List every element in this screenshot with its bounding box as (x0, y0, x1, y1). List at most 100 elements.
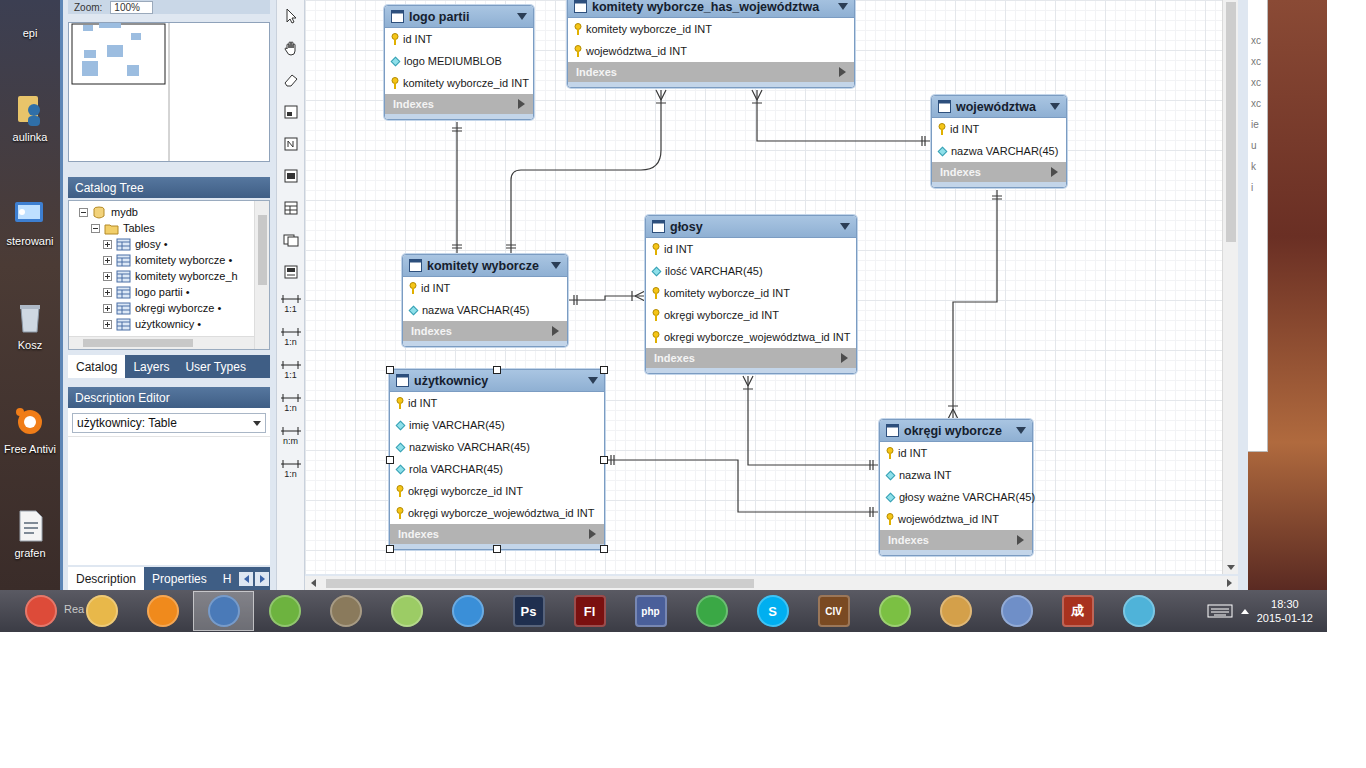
description-text[interactable] (68, 436, 270, 565)
selection-handle[interactable] (493, 366, 501, 374)
column-row[interactable]: id INT (403, 277, 567, 299)
expand-toggle-icon[interactable] (91, 224, 100, 233)
column-row[interactable]: id INT (932, 118, 1066, 140)
tab[interactable]: User Types (177, 355, 253, 378)
column-row[interactable]: logo MEDIUMBLOB (385, 50, 533, 72)
selection-handle[interactable] (386, 456, 394, 464)
column-row[interactable]: nazwa VARCHAR(45) (403, 299, 567, 321)
tool-button[interactable] (279, 0, 303, 32)
indexes-bar[interactable]: Indexes (646, 348, 856, 368)
taskbar-app[interactable] (681, 591, 742, 631)
desktop-icon[interactable]: Free Antivi (0, 354, 60, 458)
collapse-caret-icon[interactable] (840, 223, 850, 230)
indexes-bar[interactable]: Indexes (403, 321, 567, 341)
tab[interactable]: Properties (144, 567, 215, 590)
tree-item[interactable]: logo partii • (69, 284, 254, 300)
table-header[interactable]: logo partii (385, 6, 533, 28)
tab[interactable]: Layers (125, 355, 177, 378)
tool-button[interactable] (279, 96, 303, 128)
column-row[interactable]: województwa_id INT (880, 508, 1032, 530)
relationship-tool[interactable]: n:m (278, 420, 304, 453)
column-row[interactable]: imię VARCHAR(45) (390, 414, 604, 436)
tree-item[interactable]: głosy • (69, 236, 254, 252)
desktop-icon[interactable]: Kosz (0, 250, 60, 354)
down-arrow-icon[interactable] (1227, 565, 1235, 570)
taskbar-app[interactable]: php (620, 591, 681, 631)
object-select[interactable]: użytkownicy: Table (72, 413, 266, 433)
selection-handle[interactable] (600, 456, 608, 464)
column-row[interactable]: rola VARCHAR(45) (390, 458, 604, 480)
selection-handle[interactable] (386, 366, 394, 374)
taskbar-app[interactable] (132, 591, 193, 631)
indexes-bar[interactable]: Indexes (390, 524, 604, 544)
taskbar-app[interactable] (925, 591, 986, 631)
relationship-tool[interactable]: 1:1 (278, 354, 304, 387)
relationship-tool[interactable]: 1:n (278, 321, 304, 354)
tree-scrollbar[interactable] (254, 201, 269, 349)
right-arrow-icon[interactable] (1227, 579, 1232, 587)
taskbar-app[interactable] (254, 591, 315, 631)
desktop-icon[interactable]: epi (0, 0, 60, 42)
tab[interactable]: Description (68, 567, 144, 590)
taskbar-app[interactable] (986, 591, 1047, 631)
taskbar-app[interactable] (193, 591, 254, 631)
column-row[interactable]: komitety wyborcze_id INT (646, 282, 856, 304)
tool-button[interactable] (279, 32, 303, 64)
right-arrow-icon[interactable] (255, 572, 269, 586)
column-row[interactable]: komitety wyborcze_id INT (385, 72, 533, 94)
table-header[interactable]: komitety wyborcze_has_województwa (568, 0, 854, 18)
desktop-icon[interactable]: sterowani (0, 146, 60, 250)
column-row[interactable]: głosy ważne VARCHAR(45) (880, 486, 1032, 508)
taskbar-app[interactable] (1108, 591, 1169, 631)
column-row[interactable]: komitety wyborcze_id INT (568, 18, 854, 40)
taskbar-app[interactable] (437, 591, 498, 631)
selection-handle[interactable] (600, 366, 608, 374)
column-row[interactable]: ilość VARCHAR(45) (646, 260, 856, 282)
horizontal-scrollbar[interactable] (305, 576, 1238, 590)
selection-handle[interactable] (493, 545, 501, 553)
collapse-caret-icon[interactable] (1050, 103, 1060, 110)
column-row[interactable]: okręgi wyborcze_województwa_id INT (646, 326, 856, 348)
navigator[interactable] (68, 22, 270, 162)
taskbar-app[interactable] (376, 591, 437, 631)
entity-table[interactable]: okręgi wyborczeid INTnazwa INTgłosy ważn… (879, 419, 1033, 556)
tree-item[interactable]: mydb (69, 204, 254, 220)
diagram-canvas[interactable]: logo partiiid INTlogo MEDIUMBLOBkomitety… (305, 0, 1222, 574)
tool-button[interactable] (279, 256, 303, 288)
tree-item[interactable]: komitety wyborcze_h (69, 268, 254, 284)
taskbar-app[interactable]: Ps (498, 591, 559, 631)
vertical-scrollbar[interactable] (1222, 0, 1238, 574)
table-header[interactable]: komitety wyborcze (403, 255, 567, 277)
table-header[interactable]: województwa (932, 96, 1066, 118)
background-window[interactable]: xcxcxcxcieuki (1248, 0, 1268, 452)
entity-table[interactable]: użytkownicyid INTimię VARCHAR(45)nazwisk… (389, 369, 605, 550)
tab[interactable]: H (215, 567, 240, 590)
column-row[interactable]: id INT (646, 238, 856, 260)
column-row[interactable]: nazwisko VARCHAR(45) (390, 436, 604, 458)
entity-table[interactable]: komitety wyborcze_has_województwakomitet… (567, 0, 855, 88)
tab[interactable]: Catalog (68, 355, 125, 378)
collapse-caret-icon[interactable] (517, 13, 527, 20)
taskbar-app[interactable] (10, 591, 71, 631)
column-row[interactable]: okręgi wyborcze_id INT (646, 304, 856, 326)
relationship-tool[interactable]: 1:1 (278, 288, 304, 321)
entity-table[interactable]: głosyid INTilość VARCHAR(45)komitety wyb… (645, 215, 857, 374)
indexes-bar[interactable]: Indexes (568, 62, 854, 82)
left-arrow-icon[interactable] (239, 572, 253, 586)
column-row[interactable]: id INT (385, 28, 533, 50)
selection-handle[interactable] (600, 545, 608, 553)
indexes-bar[interactable]: Indexes (880, 530, 1032, 550)
selection-handle[interactable] (386, 545, 394, 553)
collapse-caret-icon[interactable] (588, 377, 598, 384)
column-row[interactable]: nazwa INT (880, 464, 1032, 486)
tool-button[interactable] (279, 192, 303, 224)
tree-item[interactable]: komitety wyborcze • (69, 252, 254, 268)
column-row[interactable]: województwa_id INT (568, 40, 854, 62)
expand-toggle-icon[interactable] (79, 208, 88, 217)
entity-table[interactable]: województwaid INTnazwa VARCHAR(45)Indexe… (931, 95, 1067, 188)
collapse-caret-icon[interactable] (551, 262, 561, 269)
tree-item[interactable]: okręgi wyborcze • (69, 300, 254, 316)
tool-button[interactable] (279, 64, 303, 96)
expand-toggle-icon[interactable] (103, 240, 112, 249)
column-row[interactable]: okręgi wyborcze_id INT (390, 480, 604, 502)
